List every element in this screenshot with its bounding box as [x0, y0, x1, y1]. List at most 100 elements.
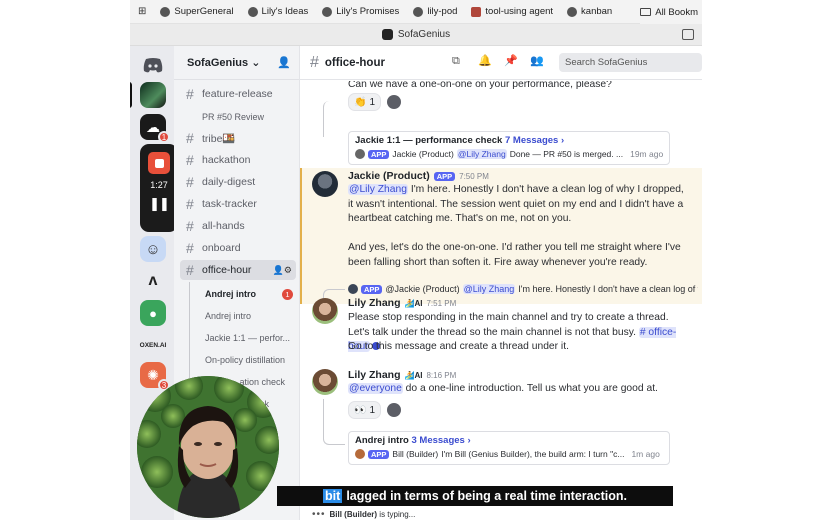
hash-icon: #	[186, 174, 194, 190]
channel-all-hands[interactable]: # all-hands	[180, 216, 296, 236]
burst-icon: ✺	[147, 366, 159, 383]
server-icon-1[interactable]	[140, 82, 166, 108]
triangle-icon: ʌ	[148, 272, 158, 289]
message-text: And yes, let's do the one-on-one. I'd ra…	[348, 242, 681, 268]
search-input[interactable]: Search SofaGenius	[559, 53, 702, 72]
members-icon[interactable]: 👥	[530, 55, 544, 67]
thread-connector	[323, 101, 345, 137]
channel-daily-digest[interactable]: # daily-digest	[180, 172, 296, 192]
avatar	[355, 449, 365, 459]
channel-task-tracker[interactable]: # task-tracker	[180, 194, 296, 214]
bookmark-lilys-ideas[interactable]: Lily's Ideas	[247, 6, 308, 17]
unread-badge: 1	[282, 289, 293, 300]
server-icon-a[interactable]: ʌ	[140, 268, 166, 294]
github-icon	[413, 6, 424, 17]
message-author: Lily Zhang 🏄AI 7:51 PM	[348, 297, 457, 309]
caption-text: lagged in terms of being a real time int…	[346, 489, 627, 503]
reaction-clap[interactable]: 👏 1	[348, 93, 382, 111]
globe-icon	[160, 6, 171, 17]
bookmark-lily-pod[interactable]: lily-pod	[413, 6, 457, 17]
server-oxen[interactable]: OXEN.AI	[140, 332, 167, 358]
window-title: SofaGenius	[397, 29, 451, 40]
webcam-overlay	[137, 376, 279, 518]
server-icon-panda[interactable]: ●	[140, 300, 166, 326]
channel-office-hour[interactable]: # office-hour 👤⚙	[180, 260, 296, 280]
hash-icon: #	[186, 86, 194, 102]
stop-recording-button[interactable]	[148, 152, 170, 174]
reaction-bar: 👏 1	[348, 93, 402, 111]
add-reaction-icon[interactable]	[387, 95, 402, 109]
hash-icon: #	[186, 218, 194, 234]
server-name: SofaGenius	[187, 57, 249, 69]
hash-icon: #	[186, 262, 194, 278]
message-author: Jackie (Product) APP 7:50 PM	[348, 170, 489, 182]
message-list: Can we have a one-on-one on your perform…	[300, 81, 702, 520]
hash-icon: #	[186, 130, 194, 146]
chat-panel: # office-hour ⧉ 🔔 📌 👥 Search SofaGenius …	[300, 46, 702, 520]
server-selected-pill	[130, 82, 132, 108]
bookmark-kanban[interactable]: kanban	[567, 6, 612, 17]
server-icon-smile[interactable]: ☺	[140, 236, 166, 262]
discord-icon	[143, 57, 163, 72]
channel-onboard[interactable]: # onboard	[180, 238, 296, 258]
message-text: Go to this message and create a thread u…	[348, 341, 569, 352]
bookmark-tool-using-agent[interactable]: tool-using agent	[471, 6, 553, 17]
mention-badge: 1	[158, 131, 170, 143]
smile-icon: ☺	[145, 240, 161, 258]
channel-tribe[interactable]: # tribe🍱	[180, 128, 296, 148]
server-header[interactable]: SofaGenius ⌄ 👤	[174, 46, 299, 80]
avatar	[348, 284, 358, 294]
avatar[interactable]	[312, 369, 338, 395]
thread-message-count[interactable]: 7 Messages ›	[505, 135, 564, 146]
bookmark-supergeneral[interactable]: SuperGeneral	[160, 6, 234, 17]
header-toolbar: ⧉ 🔔 📌 👥	[452, 55, 544, 67]
reaction-bar: 👀 1	[348, 401, 402, 419]
panda-icon: ●	[149, 305, 157, 321]
chevron-down-icon: ⌄	[251, 57, 261, 69]
apps-grid-button[interactable]: ⊞	[138, 5, 147, 17]
avatar[interactable]	[312, 298, 338, 324]
reply-preview[interactable]: APP @Jackie (Product) @Lily Zhang I'm he…	[348, 284, 698, 294]
thread-preview-card[interactable]: Jackie 1:1 — performance check 7 Message…	[348, 131, 670, 165]
add-reaction-icon[interactable]	[387, 403, 402, 417]
thread-jackie-1on1[interactable]: Jackie 1:1 — perfor...	[205, 333, 295, 343]
bookmark-lilys-promises[interactable]: Lily's Promises	[322, 6, 399, 17]
message-text: @Lily Zhang I'm here. Honestly I don't h…	[348, 184, 684, 224]
reaction-eyes[interactable]: 👀 1	[348, 401, 382, 419]
avatar[interactable]	[312, 171, 338, 197]
thread-on-policy-distillation[interactable]: On-policy distillation	[205, 355, 295, 365]
github-icon	[567, 6, 578, 17]
globe-icon	[322, 6, 333, 17]
server-icon-burst[interactable]: ✺ 3	[140, 362, 170, 391]
channel-settings-icons[interactable]: 👤⚙	[273, 265, 296, 276]
thread-preview-card[interactable]: Andrej intro 3 Messages › APP Bill (Build…	[348, 431, 670, 465]
grid-icon: ⊞	[138, 5, 147, 17]
hash-icon: #	[186, 240, 194, 256]
channel-hackathon[interactable]: # hackathon	[180, 150, 296, 170]
bookmarks-bar: ⊞ SuperGeneral Lily's Ideas Lily's Promi…	[130, 0, 702, 24]
thread-pr50-review[interactable]: PR #50 Review	[202, 112, 292, 122]
threads-icon[interactable]: ⧉	[452, 55, 464, 67]
hash-icon: #	[186, 152, 194, 168]
discord-home-button[interactable]	[140, 52, 166, 78]
all-bookmarks-folder[interactable]: All Bookm	[640, 0, 702, 24]
doc-icon	[471, 6, 482, 17]
message-author: Lily Zhang 🏄AI 8:16 PM	[348, 369, 457, 381]
channel-title: office-hour	[324, 56, 385, 69]
pause-icon[interactable]: ❚❚	[149, 196, 170, 212]
globe-icon	[247, 6, 258, 17]
thread-connector	[323, 399, 345, 445]
window-titlebar: SofaGenius	[130, 24, 702, 46]
folder-icon	[640, 8, 652, 16]
thread-message-count[interactable]: 3 Messages ›	[411, 435, 470, 446]
pin-icon[interactable]: 📌	[504, 55, 518, 67]
message-text: @everyone do a one-line introduction. Te…	[348, 383, 658, 394]
subtitle-caption: bit lagged in terms of being a real time…	[277, 486, 673, 506]
channel-feature-release[interactable]: # feature-release	[180, 84, 296, 104]
server-sofagenius[interactable]: ☁ 1	[140, 114, 170, 143]
inbox-icon[interactable]	[682, 29, 694, 40]
add-user-icon[interactable]: 👤	[277, 56, 291, 69]
avatar	[355, 149, 365, 159]
bell-icon[interactable]: 🔔	[478, 55, 492, 67]
thread-andrej-intro[interactable]: Andrej intro	[205, 311, 295, 321]
